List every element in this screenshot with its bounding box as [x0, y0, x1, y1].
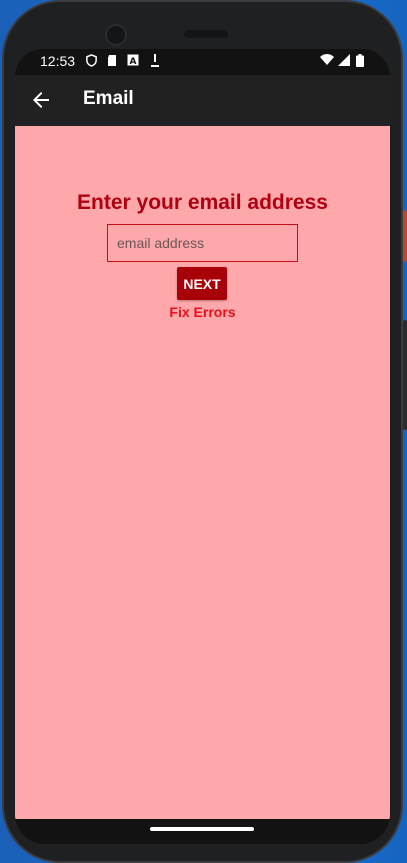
download-icon: [148, 54, 162, 68]
battery-icon: [353, 54, 367, 68]
shield-icon: [84, 54, 98, 68]
email-form-area: Enter your email address NEXT Fix Errors: [15, 126, 390, 819]
earpiece-speaker: [184, 30, 228, 38]
app-bar: Email: [15, 75, 390, 126]
page-title: Email: [83, 88, 134, 109]
email-field[interactable]: [107, 224, 298, 262]
error-message: Fix Errors: [169, 304, 236, 320]
home-gesture-handle[interactable]: [150, 827, 254, 831]
navigation-bar: [15, 819, 390, 844]
next-button[interactable]: NEXT: [177, 267, 227, 300]
device-screen: 12:53 A Email Enter your email address e…: [15, 49, 390, 844]
signal-icon: [337, 54, 351, 68]
sd-card-icon: [105, 54, 119, 68]
form-heading: Enter your email address: [77, 191, 328, 214]
front-camera: [105, 24, 127, 46]
power-button[interactable]: [403, 210, 407, 262]
status-time: 12:53: [40, 53, 76, 69]
wifi-icon: [320, 54, 334, 68]
a-badge-icon: A: [126, 54, 140, 68]
arrow-left-icon[interactable]: [29, 88, 53, 112]
volume-button[interactable]: [403, 320, 407, 430]
svg-text:A: A: [130, 57, 137, 66]
status-bar: 12:53 A: [15, 49, 390, 75]
